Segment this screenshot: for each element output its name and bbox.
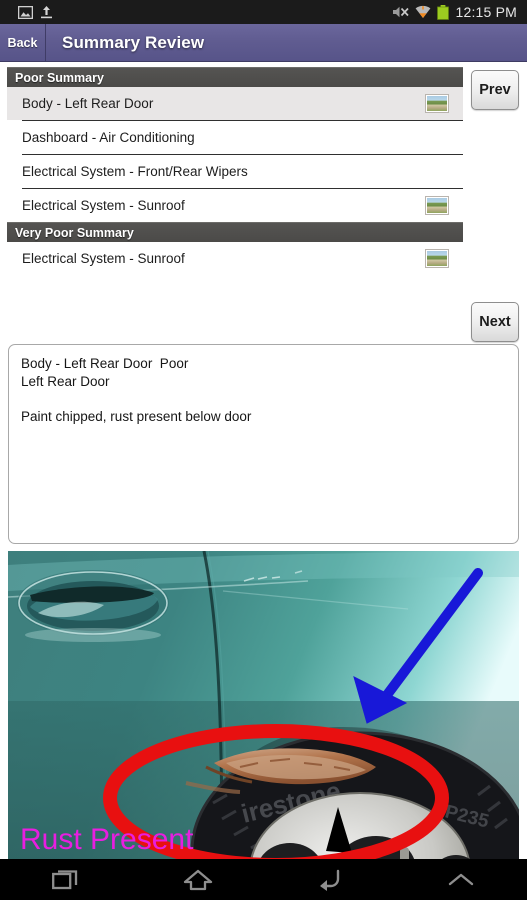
home-icon[interactable] (132, 868, 264, 892)
section-header-label: Poor Summary (15, 70, 104, 85)
photo-caption: Rust Present (20, 823, 194, 856)
status-bar: 12:15 PM (0, 0, 527, 24)
chevron-up-icon[interactable] (395, 870, 527, 890)
list-item[interactable]: Dashboard - Air Conditioning (7, 121, 463, 154)
notes-textarea[interactable]: Body - Left Rear Door Poor Left Rear Doo… (8, 344, 519, 544)
inspection-photo[interactable]: irestone P235 Rust Present (8, 551, 519, 859)
prev-button[interactable]: Prev (471, 70, 519, 110)
list-item-label: Electrical System - Sunroof (22, 198, 185, 213)
photo-thumbnail-icon[interactable] (425, 94, 449, 113)
list-item-label: Electrical System - Front/Rear Wipers (22, 164, 248, 179)
title-bar: Back Summary Review (0, 24, 527, 62)
photo-thumbnail-icon[interactable] (425, 249, 449, 268)
content-area: Poor Summary Body - Left Rear Door Dashb… (0, 62, 527, 900)
next-button[interactable]: Next (471, 302, 519, 342)
section-header-label: Very Poor Summary (15, 225, 134, 240)
summary-list: Poor Summary Body - Left Rear Door Dashb… (7, 67, 463, 275)
section-header-very-poor: Very Poor Summary (7, 222, 463, 242)
battery-icon (437, 4, 450, 20)
list-item[interactable]: Electrical System - Sunroof (7, 242, 463, 275)
list-item[interactable]: Body - Left Rear Door (7, 87, 463, 120)
back-icon[interactable] (264, 868, 396, 892)
back-button-label: Back (7, 35, 38, 50)
list-item[interactable]: Electrical System - Front/Rear Wipers (7, 155, 463, 188)
status-bar-left (0, 5, 53, 19)
status-bar-right: 12:15 PM (392, 4, 527, 20)
list-item-label: Electrical System - Sunroof (22, 251, 185, 266)
photo-graphic: irestone P235 Rust Present (8, 551, 519, 859)
list-item-label: Body - Left Rear Door (22, 96, 154, 111)
mute-icon (392, 5, 410, 19)
status-clock: 12:15 PM (455, 4, 517, 20)
recents-icon[interactable] (0, 868, 132, 892)
list-item[interactable]: Electrical System - Sunroof (7, 189, 463, 222)
back-button[interactable]: Back (0, 24, 46, 61)
android-nav-bar (0, 859, 527, 900)
photo-thumbnail-icon[interactable] (425, 196, 449, 215)
image-icon (17, 5, 34, 19)
app-root: 12:15 PM Back Summary Review Poor Summar… (0, 0, 527, 900)
page-title: Summary Review (62, 32, 205, 52)
section-header-poor: Poor Summary (7, 67, 463, 87)
list-item-label: Dashboard - Air Conditioning (22, 130, 195, 145)
wifi-icon (415, 5, 431, 19)
upload-icon (40, 5, 53, 19)
